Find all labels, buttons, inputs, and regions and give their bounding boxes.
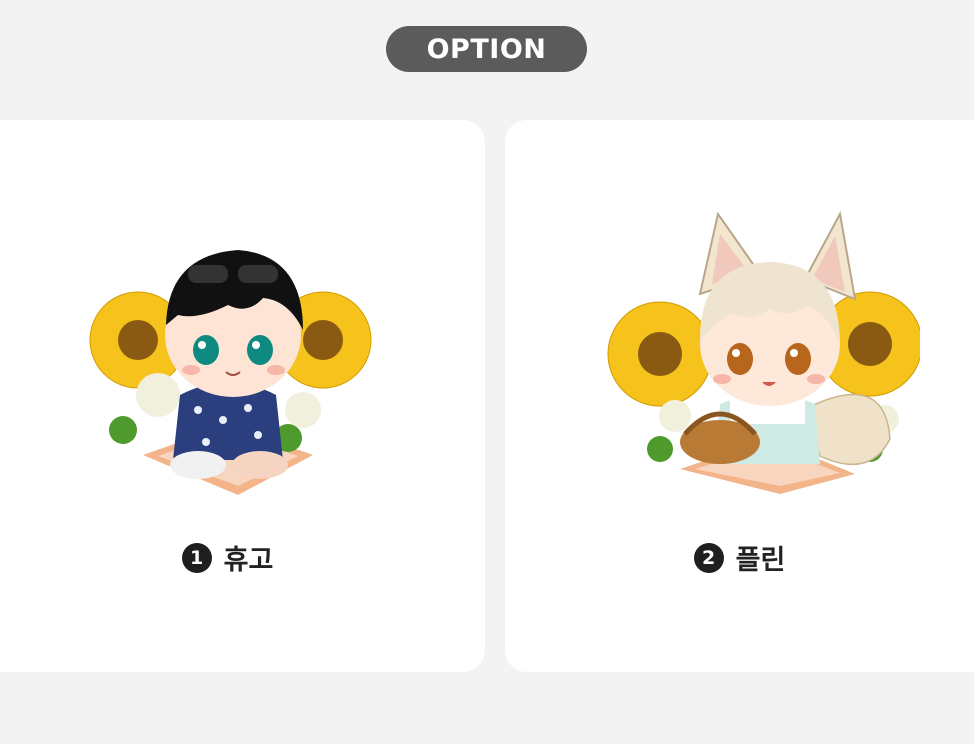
option-card-2[interactable]: 2 플린: [505, 120, 974, 672]
option-title: OPTION: [426, 33, 547, 65]
option-badge: OPTION: [386, 26, 587, 72]
option-name-1: 휴고: [223, 545, 274, 576]
option-number-1: 1: [181, 542, 212, 573]
option-number-2: 2: [693, 542, 724, 573]
option-card-1[interactable]: 1 휴고: [0, 120, 485, 672]
option-label-2: 2 플린: [505, 538, 974, 577]
option-label-1: 1 휴고: [0, 538, 455, 577]
chibi-hugo-sunflower-icon: [89, 250, 372, 495]
option-name-2: 플린: [735, 545, 786, 576]
chibi-flynn-fox-sunflower-icon: [607, 210, 920, 494]
